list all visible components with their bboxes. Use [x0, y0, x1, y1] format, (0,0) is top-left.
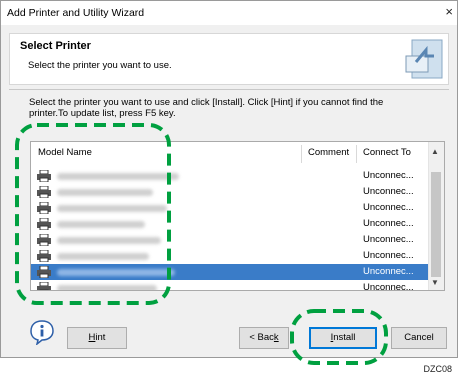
back-mnemonic: k — [273, 332, 279, 343]
instructions-line-2: printer.To update list, press F5 key. — [29, 108, 176, 119]
printer-icon — [37, 250, 51, 262]
info-icon — [30, 320, 54, 345]
column-comment[interactable]: Comment — [308, 142, 349, 164]
wizard-icon — [405, 39, 443, 79]
model-name-redacted — [57, 189, 153, 196]
page-subtitle: Select the printer you want to use. — [28, 60, 172, 71]
title-bar: Add Printer and Utility Wizard × — [1, 1, 457, 25]
figure-caption: DZC08 — [423, 364, 452, 374]
connect-to-value: Unconnec... — [363, 170, 414, 181]
model-name-redacted — [57, 237, 161, 244]
model-name-redacted — [57, 205, 167, 212]
list-item[interactable]: Unconnec... — [31, 248, 429, 264]
cancel-label: Cancel — [404, 332, 434, 343]
scroll-thumb[interactable] — [431, 172, 441, 277]
list-item[interactable]: Unconnec... — [31, 200, 429, 216]
model-name-redacted — [57, 285, 157, 290]
connect-to-value: Unconnec... — [363, 266, 414, 277]
list-item[interactable]: Unconnec... — [31, 184, 429, 200]
scroll-up-icon[interactable]: ▲ — [431, 147, 439, 156]
connect-to-value: Unconnec... — [363, 250, 414, 261]
list-item[interactable]: Unconnec... — [31, 168, 429, 184]
close-icon[interactable]: × — [445, 4, 453, 19]
list-item[interactable]: Unconnec... — [31, 280, 429, 291]
header-divider — [9, 89, 449, 90]
connect-to-value: Unconnec... — [363, 186, 414, 197]
hint-button[interactable]: Hint — [67, 327, 127, 349]
hint-label: int — [95, 332, 106, 343]
column-separator[interactable] — [301, 145, 302, 163]
instructions-text: Select the printer you want to use and c… — [29, 97, 439, 119]
connect-to-value: Unconnec... — [363, 282, 414, 291]
connect-to-value: Unconnec... — [363, 218, 414, 229]
printer-icon — [37, 186, 51, 198]
list-item[interactable]: Unconnec... — [31, 232, 429, 248]
scroll-down-icon[interactable]: ▼ — [431, 278, 439, 287]
connect-to-value: Unconnec... — [363, 234, 414, 245]
wizard-window: Add Printer and Utility Wizard × Select … — [0, 0, 458, 358]
wizard-header: Select Printer Select the printer you wa… — [9, 33, 449, 85]
printer-icon — [37, 218, 51, 230]
printer-list[interactable]: Model Name Comment Connect To Unconnec..… — [30, 141, 445, 291]
column-separator[interactable] — [356, 145, 357, 163]
model-name-redacted — [57, 173, 179, 180]
back-button[interactable]: < Back — [239, 327, 289, 349]
printer-icon — [37, 282, 51, 290]
model-name-redacted — [57, 253, 149, 260]
printer-icon — [37, 266, 51, 278]
cancel-button[interactable]: Cancel — [391, 327, 447, 349]
list-item-selected[interactable]: Unconnec... — [31, 264, 429, 280]
connect-to-value: Unconnec... — [363, 202, 414, 213]
printer-icon — [37, 170, 51, 182]
model-name-redacted — [57, 269, 175, 276]
model-name-redacted — [57, 221, 145, 228]
install-button[interactable]: Install — [309, 327, 377, 349]
page-title: Select Printer — [20, 40, 91, 52]
list-item[interactable]: Unconnec... — [31, 216, 429, 232]
back-label: < Bac — [249, 332, 274, 343]
install-label: nstall — [333, 332, 356, 343]
printer-icon — [37, 234, 51, 246]
column-connect-to[interactable]: Connect To — [363, 142, 411, 164]
column-model-name[interactable]: Model Name — [38, 142, 92, 164]
window-title: Add Printer and Utility Wizard — [7, 7, 145, 19]
list-scrollbar[interactable]: ▲ ▼ — [428, 142, 444, 290]
instructions-line-1: Select the printer you want to use and c… — [29, 97, 384, 108]
printer-icon — [37, 202, 51, 214]
